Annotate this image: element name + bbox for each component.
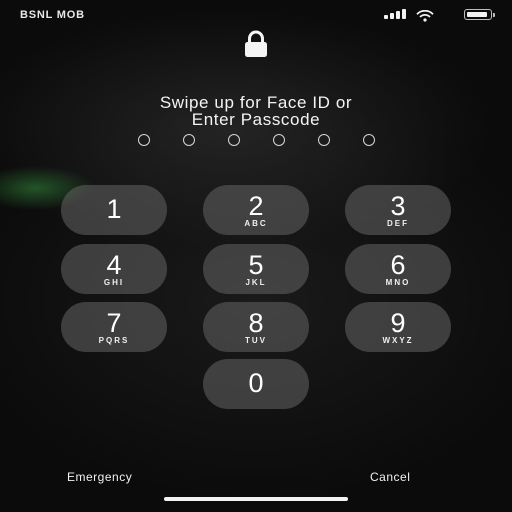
key-digit: 6 (390, 250, 406, 280)
key-digit: 5 (248, 250, 264, 280)
key-letters: TUV (245, 336, 267, 345)
key-digit: 7 (106, 308, 122, 338)
signal-icon (384, 9, 406, 19)
key-digit: 2 (248, 191, 264, 221)
signal-bar (396, 11, 400, 19)
passcode-dot (137, 134, 150, 146)
key-letters: WXYZ (382, 336, 414, 345)
key-8[interactable]: 8 TUV (203, 302, 309, 352)
battery-icon (464, 9, 495, 20)
key-3[interactable]: 3 DEF (345, 185, 451, 235)
key-digit: 4 (106, 250, 122, 280)
lock-screen: BSNL MOB Swipe up for Face ID or Enter P… (0, 0, 512, 512)
carrier-name: BSNL MOB (20, 9, 85, 21)
key-1[interactable]: 1 (61, 185, 167, 235)
wifi-icon (416, 9, 434, 22)
signal-bar (390, 13, 394, 19)
key-9[interactable]: 9 WXYZ (345, 302, 451, 352)
key-letters: JKL (245, 278, 267, 287)
key-letters: ABC (244, 219, 268, 228)
key-2[interactable]: 2 ABC (203, 185, 309, 235)
status-bar: BSNL MOB (0, 0, 512, 30)
emergency-button[interactable]: Emergency (67, 470, 132, 484)
key-digit: 8 (248, 308, 264, 338)
passcode-dot (227, 134, 240, 146)
key-letters: PQRS (98, 336, 130, 345)
key-5[interactable]: 5 JKL (203, 244, 309, 294)
signal-bar (384, 15, 388, 19)
key-letters: GHI (103, 278, 125, 287)
passcode-prompt: Enter Passcode (191, 110, 321, 129)
key-digit: 1 (106, 194, 122, 224)
passcode-dot (182, 134, 195, 146)
key-digit: 9 (390, 308, 406, 338)
key-digit: 3 (390, 191, 406, 221)
cancel-button[interactable]: Cancel (370, 470, 410, 484)
key-4[interactable]: 4 GHI (61, 244, 167, 294)
key-letters: MNO (385, 278, 411, 287)
key-letters: DEF (387, 219, 409, 228)
key-6[interactable]: 6 MNO (345, 244, 451, 294)
key-7[interactable]: 7 PQRS (61, 302, 167, 352)
passcode-dot (272, 134, 285, 146)
key-digit: 0 (248, 368, 264, 398)
passcode-dot (362, 134, 375, 146)
passcode-dot (317, 134, 330, 146)
home-indicator[interactable] (164, 497, 348, 501)
signal-bar (402, 9, 406, 19)
lock-icon (241, 30, 271, 58)
key-0[interactable]: 0 (203, 359, 309, 409)
passcode-dots (0, 134, 512, 146)
battery-fill (467, 12, 487, 17)
